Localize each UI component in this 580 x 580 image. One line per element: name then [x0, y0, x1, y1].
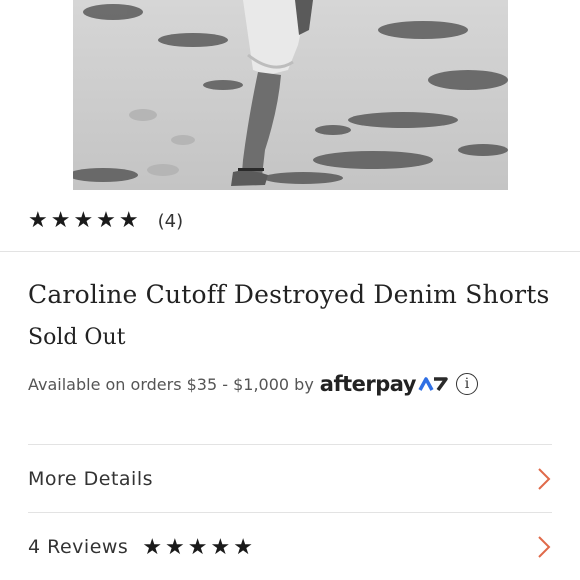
product-photo-graphic: [73, 0, 508, 190]
more-details-row[interactable]: More Details: [28, 446, 552, 512]
rating-stars-icon: ★★★★★: [28, 208, 142, 233]
availability-status: Sold Out: [28, 325, 126, 350]
reviews-row[interactable]: 4 Reviews ★★★★★: [28, 514, 552, 580]
divider: [28, 444, 552, 445]
product-image[interactable]: [73, 0, 508, 190]
info-icon[interactable]: i: [456, 373, 478, 395]
more-details-label: More Details: [28, 468, 154, 490]
chevron-right-icon: [538, 468, 551, 490]
reviews-label-group: 4 Reviews ★★★★★: [28, 535, 256, 560]
product-rating[interactable]: ★★★★★ (4): [28, 206, 183, 236]
afterpay-arrows-icon: [418, 376, 448, 392]
reviews-stars-icon: ★★★★★: [142, 534, 256, 560]
review-count: (4): [157, 210, 184, 232]
afterpay-text: Available on orders $35 - $1,000 by: [28, 374, 314, 394]
product-title: Caroline Cutoff Destroyed Denim Shorts: [28, 280, 550, 309]
divider: [28, 512, 552, 513]
afterpay-logo: afterpay: [319, 372, 417, 396]
chevron-right-icon: [538, 536, 551, 558]
reviews-label: 4 Reviews: [28, 536, 129, 558]
divider: [0, 251, 580, 252]
afterpay-message: Available on orders $35 - $1,000 by afte…: [28, 372, 478, 396]
